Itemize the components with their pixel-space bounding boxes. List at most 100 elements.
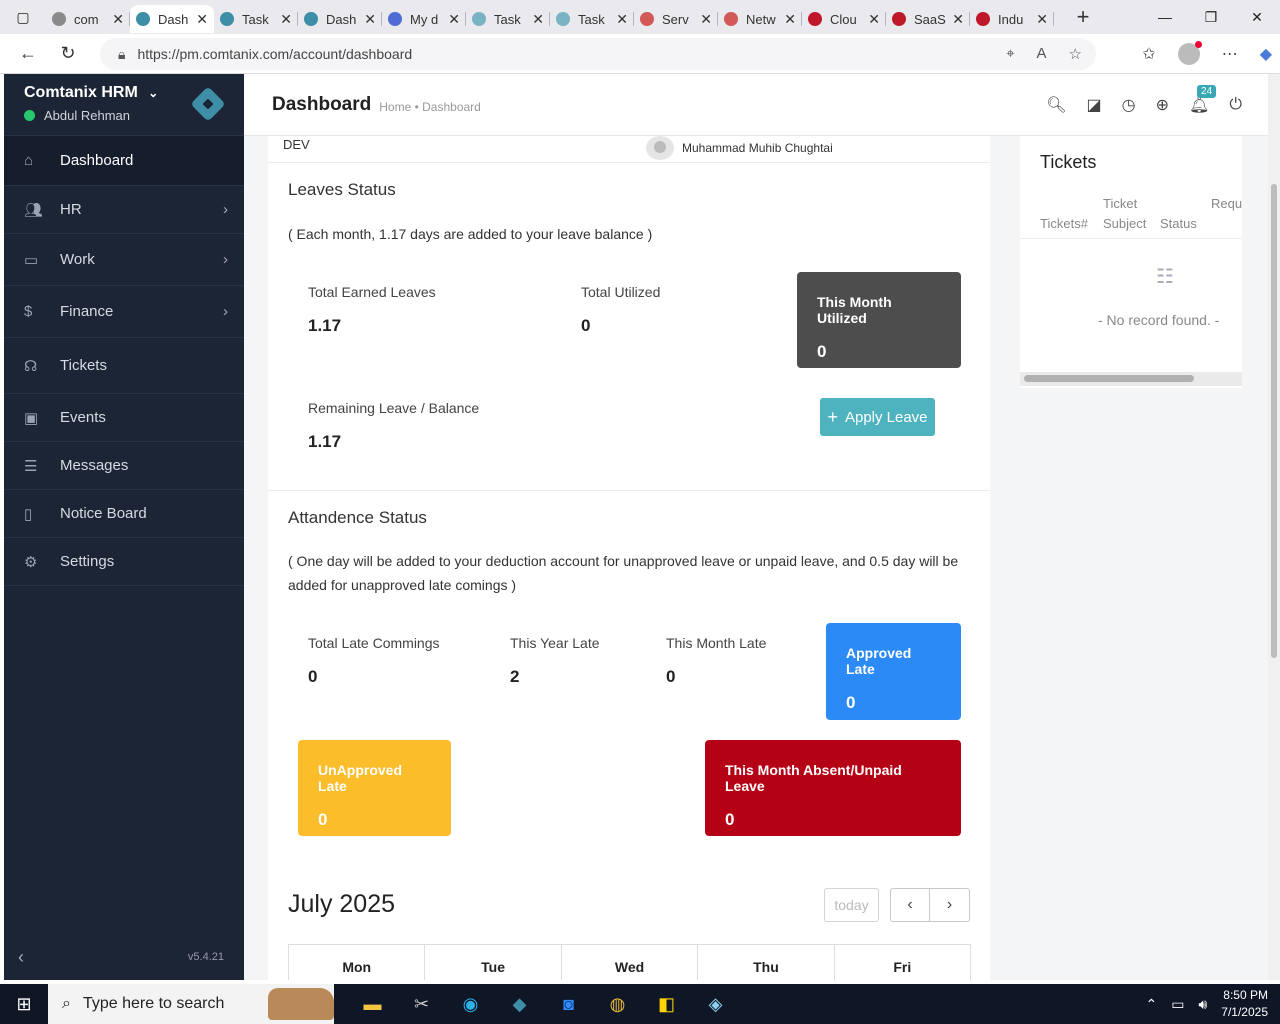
refresh-icon[interactable]: ↻ xyxy=(48,34,88,74)
tab-label: Netw xyxy=(746,11,776,27)
calendar-prev-button[interactable]: ‹ xyxy=(890,888,930,922)
chevron-right-icon: › xyxy=(223,303,228,320)
browser-tab[interactable]: Task ✕ xyxy=(550,5,634,33)
page-scrollbar[interactable] xyxy=(1268,74,1280,980)
add-circle-icon[interactable]: ⊕ xyxy=(1156,95,1169,115)
sticky-note-icon[interactable]: ◪ xyxy=(1087,95,1102,115)
browser-tab[interactable]: Task ✕ xyxy=(466,5,550,33)
sidebar-item-dashboard[interactable]: ⌂ Dashboard xyxy=(4,136,244,186)
close-tab-icon[interactable]: ✕ xyxy=(616,11,628,28)
online-status-dot xyxy=(24,110,35,121)
sidebar-item-messages[interactable]: ☰ Messages xyxy=(4,442,244,490)
close-tab-icon[interactable]: ✕ xyxy=(112,11,124,28)
close-tab-icon[interactable]: ✕ xyxy=(364,11,376,28)
browser-tab[interactable]: Indu ✕ xyxy=(970,5,1054,33)
search-icon[interactable]: 🔍︎ xyxy=(1046,95,1066,115)
file-explorer-icon[interactable]: ▬ xyxy=(348,984,397,1024)
browser-tab[interactable]: Task ✕ xyxy=(214,5,298,33)
sidebar-item-tickets[interactable]: ☊ Tickets xyxy=(4,338,244,394)
tickets-table-header: Tickets# Ticket Subject Status Requ xyxy=(1040,192,1242,240)
sidebar-item-settings[interactable]: ⚙ Settings xyxy=(4,538,244,586)
sidebar-item-work[interactable]: ▭ Work › xyxy=(4,234,244,286)
favorites-icon[interactable]: ✩ xyxy=(1142,44,1155,64)
comtanix-app-icon[interactable]: ◆ xyxy=(495,984,544,1024)
network-icon[interactable]: ▭ xyxy=(1171,996,1184,1013)
edge-icon[interactable]: ◉ xyxy=(446,984,495,1024)
chevron-down-icon[interactable]: ⌄ xyxy=(148,86,158,100)
close-tab-icon[interactable]: ✕ xyxy=(1036,11,1048,28)
location-icon[interactable]: ⌖ xyxy=(1006,45,1014,63)
restore-icon[interactable]: ❐ xyxy=(1188,0,1234,34)
notepad-icon[interactable]: ◈ xyxy=(691,984,740,1024)
favorite-star-icon[interactable]: ☆ xyxy=(1069,45,1082,63)
more-menu-icon[interactable]: ⋯ xyxy=(1222,44,1238,64)
browser-tab[interactable]: SaaS ✕ xyxy=(886,5,970,33)
close-tab-icon[interactable]: ✕ xyxy=(532,11,544,28)
close-tab-icon[interactable]: ✕ xyxy=(952,11,964,28)
chrome-icon[interactable]: ◍ xyxy=(593,984,642,1024)
snipping-tool-icon[interactable]: ✂ xyxy=(397,984,446,1024)
collapse-sidebar-icon[interactable]: ‹ xyxy=(18,947,24,968)
this-year-late: This Year Late 2 xyxy=(510,635,600,686)
copilot-icon[interactable]: ◆ xyxy=(1260,44,1272,64)
employee-profile[interactable]: Muhammad Muhib Chughtai xyxy=(646,136,833,160)
browser-tab[interactable]: Serv ✕ xyxy=(634,5,718,33)
window-controls: — ❐ ✕ xyxy=(1142,0,1280,34)
calendar-icon: ▣ xyxy=(24,409,39,427)
power-icon[interactable]: ⏻ xyxy=(1229,96,1242,114)
tab-label: My d xyxy=(410,11,439,27)
horizontal-scrollbar[interactable] xyxy=(1020,372,1242,386)
column-tickets-number[interactable]: Tickets# xyxy=(1040,216,1088,231)
close-tab-icon[interactable]: ✕ xyxy=(700,11,712,28)
breadcrumb[interactable]: Home • Dashboard xyxy=(379,100,481,114)
chevron-right-icon: › xyxy=(946,896,953,913)
browser-tab[interactable]: Netw ✕ xyxy=(718,5,802,33)
tab-actions-icon[interactable]: ▢ xyxy=(0,0,46,34)
close-tab-icon[interactable]: ✕ xyxy=(868,11,880,28)
close-tab-icon[interactable]: ✕ xyxy=(784,11,796,28)
read-aloud-icon[interactable]: A xyxy=(1037,45,1047,63)
column-requester[interactable]: Requ xyxy=(1211,196,1242,211)
today-button[interactable]: today xyxy=(824,888,879,922)
sidebar-item-notice-board[interactable]: ▯ Notice Board xyxy=(4,490,244,538)
browser-tab[interactable]: Clou ✕ xyxy=(802,5,886,33)
close-window-icon[interactable]: ✕ xyxy=(1234,0,1280,34)
minimize-icon[interactable]: — xyxy=(1142,0,1188,34)
apply-leave-button[interactable]: + Apply Leave xyxy=(820,398,935,436)
back-icon[interactable]: ← xyxy=(8,34,48,74)
volume-icon[interactable]: 🔊︎ xyxy=(1198,996,1207,1013)
browser-tab[interactable]: My d ✕ xyxy=(382,5,466,33)
chevron-up-icon[interactable]: ⌃ xyxy=(1145,996,1157,1013)
close-tab-icon[interactable]: ✕ xyxy=(280,11,292,28)
taskbar-search[interactable]: ⌕ Type here to search xyxy=(48,984,334,1024)
taskbar-clock[interactable]: 8:50 PM 7/1/2025 xyxy=(1221,987,1268,1021)
profile-avatar[interactable] xyxy=(1177,41,1202,65)
column-subject[interactable]: Subject xyxy=(1103,216,1146,231)
dollar-icon: $ xyxy=(24,303,33,320)
bell-icon[interactable]: 🔔︎ 24 xyxy=(1189,84,1217,115)
tab-favicon-icon xyxy=(892,12,906,26)
column-status[interactable]: Status xyxy=(1160,216,1197,231)
sidebar-item-finance[interactable]: $ Finance › xyxy=(4,286,244,338)
scrollbar-thumb[interactable] xyxy=(1271,184,1277,658)
scrollbar-thumb[interactable] xyxy=(1024,375,1194,382)
lock-icon[interactable]: 🔒︎ xyxy=(118,46,125,63)
browser-tab[interactable]: Dash ✕ xyxy=(298,5,382,33)
browser-tab[interactable]: Dash ✕ xyxy=(130,5,214,33)
sticky-notes-icon[interactable]: ◧ xyxy=(642,984,691,1024)
sidebar-item-events[interactable]: ▣ Events xyxy=(4,394,244,442)
column-subject-top[interactable]: Ticket xyxy=(1103,196,1137,211)
address-bar[interactable]: 🔒︎ https://pm.comtanix.com/account/dashb… xyxy=(100,38,1096,70)
calendar-next-button[interactable]: › xyxy=(930,888,970,922)
close-tab-icon[interactable]: ✕ xyxy=(448,11,460,28)
clock-icon[interactable]: ◷ xyxy=(1122,95,1136,115)
unapproved-late-card: UnApproved Late 0 xyxy=(298,740,451,836)
browser-tab[interactable]: com ✕ xyxy=(46,5,130,33)
sidebar-item-hr[interactable]: 👥︎ HR › xyxy=(4,186,244,234)
new-tab-button[interactable]: + xyxy=(1068,4,1098,30)
close-tab-icon[interactable]: ✕ xyxy=(196,11,208,28)
windows-start-icon[interactable]: ⊞ xyxy=(0,984,48,1024)
attendance-status-title: Attandence Status xyxy=(288,508,427,527)
month-absent-unpaid-card: This Month Absent/Unpaid Leave 0 xyxy=(705,740,961,836)
zoom-icon[interactable]: ◙ xyxy=(544,984,593,1024)
